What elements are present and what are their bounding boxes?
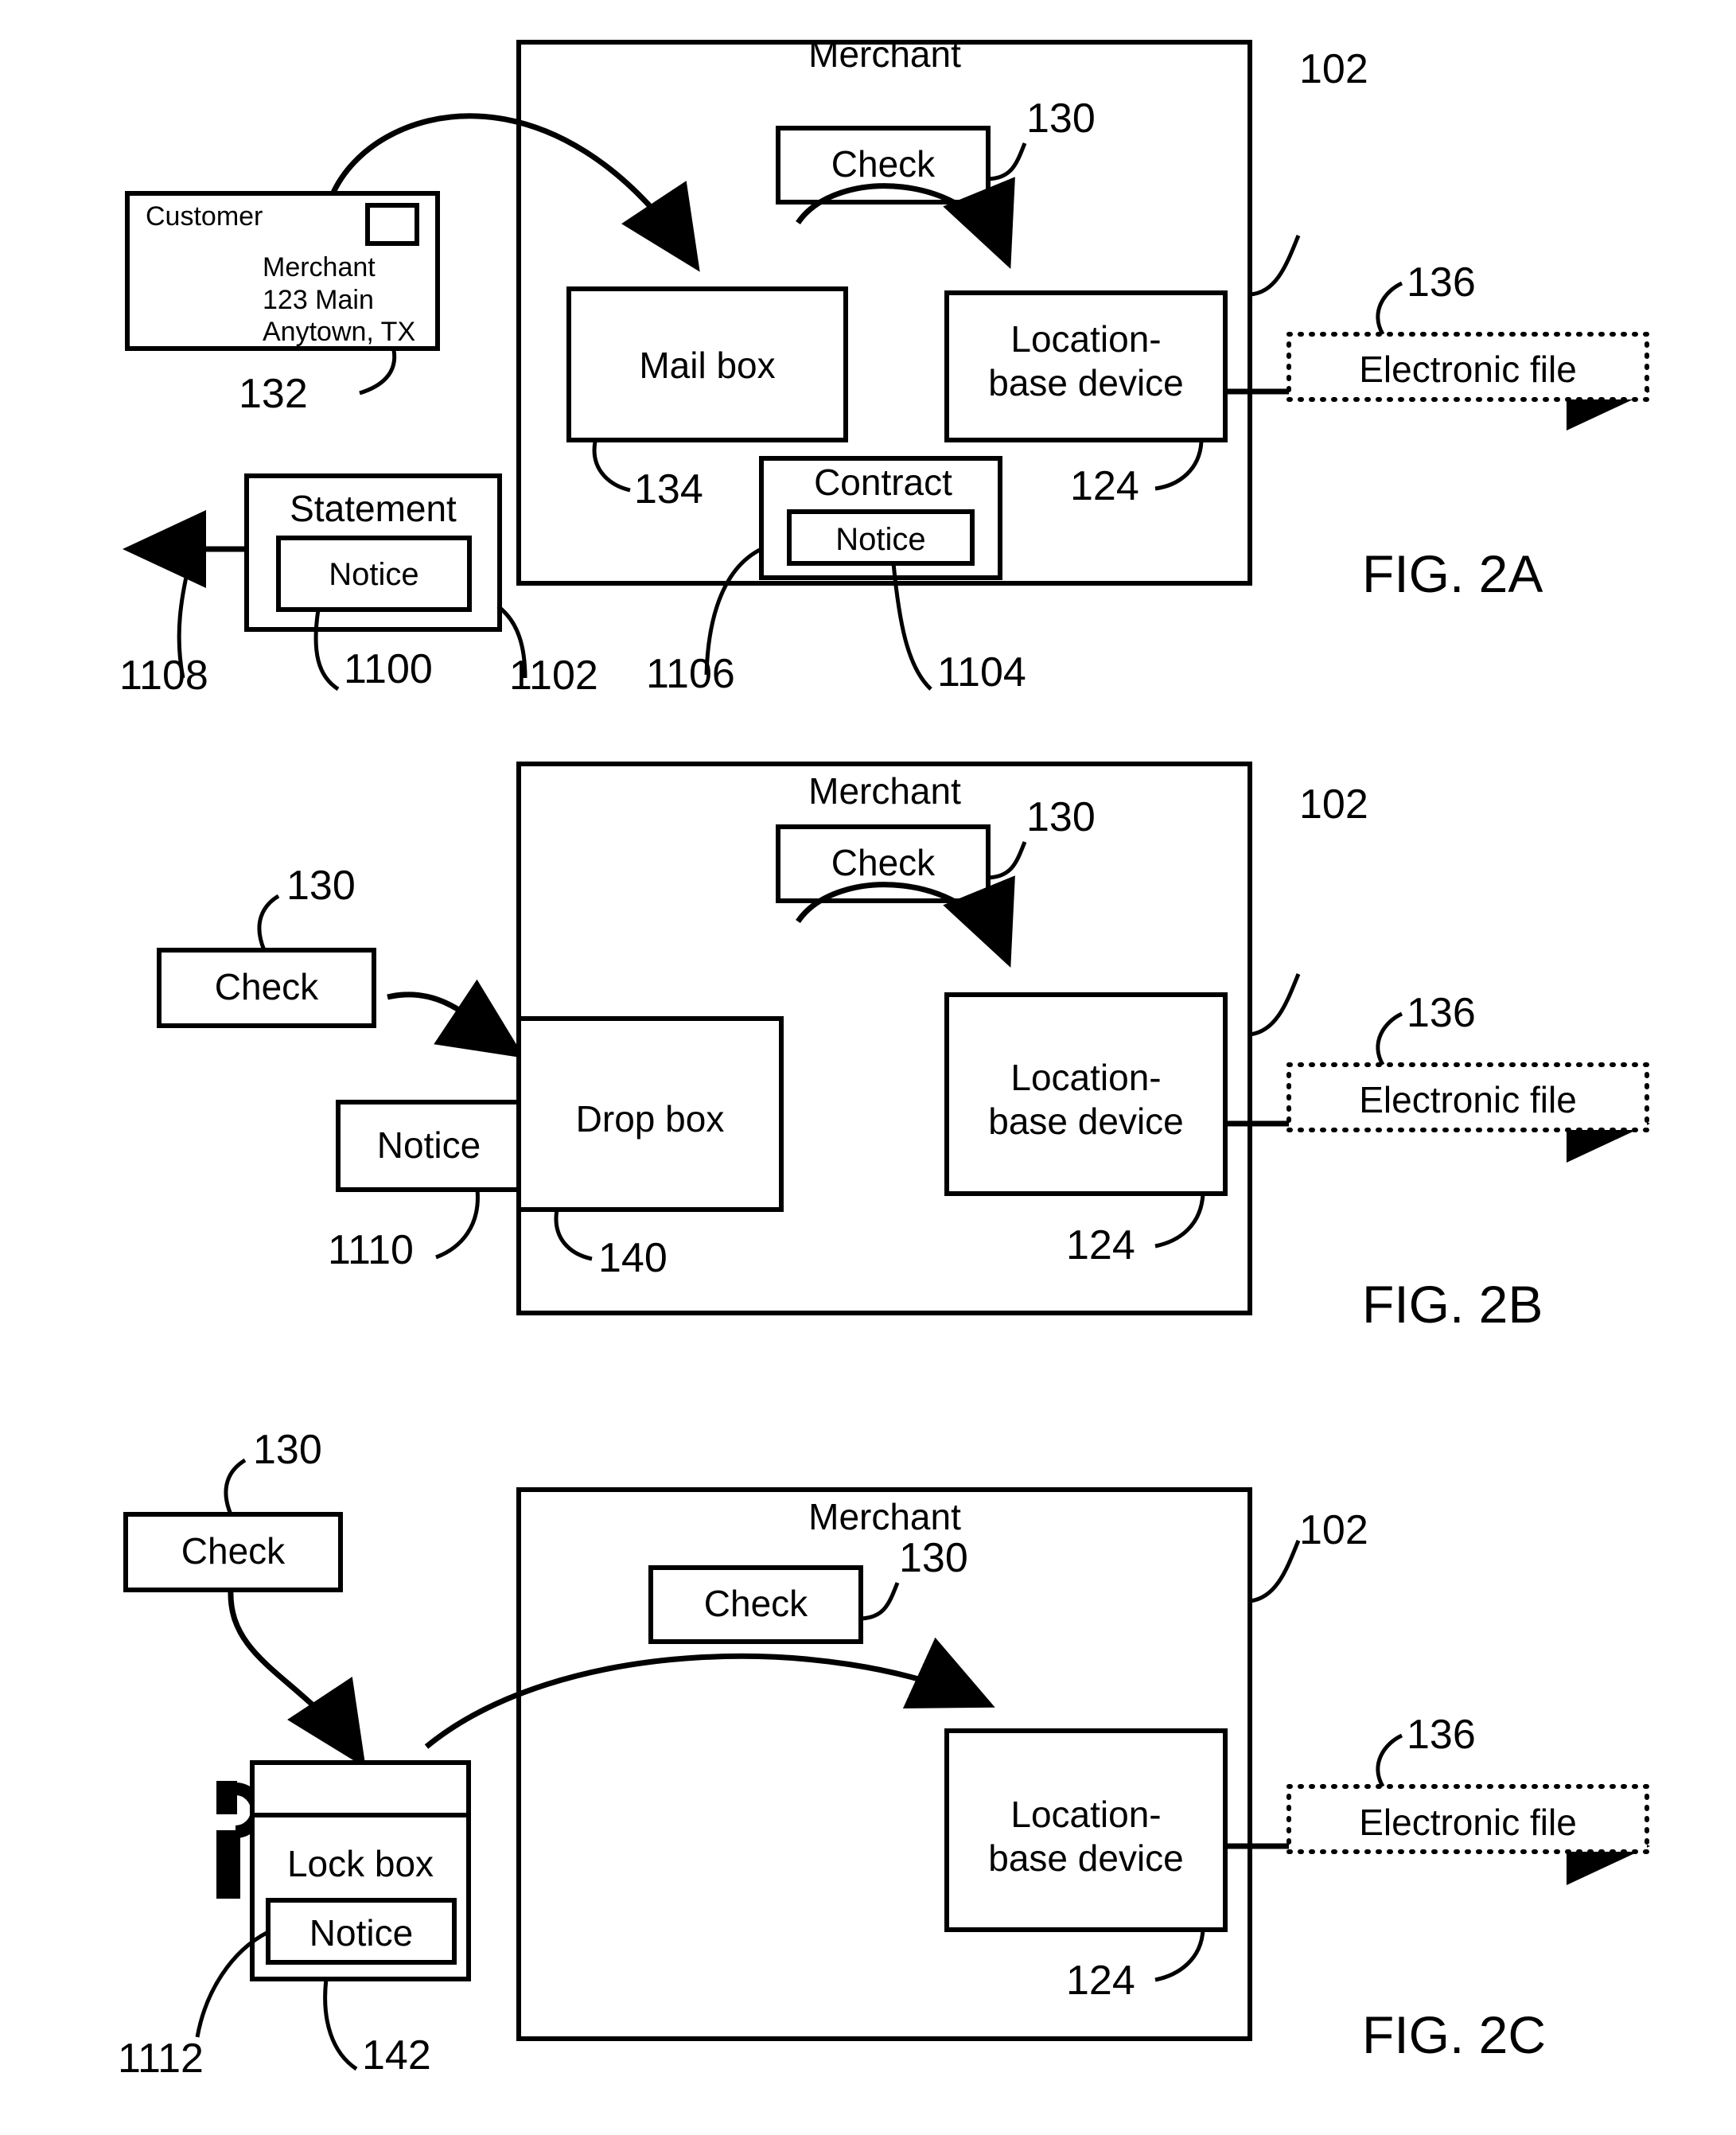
fig2c-lockbox-notice-label: Notice <box>309 1912 413 1954</box>
fig2b-location-device-line1: Location- <box>1010 1057 1161 1098</box>
fig2b-check-outside-label: Check <box>215 966 319 1007</box>
fig2a-contract-label: Contract <box>814 462 952 503</box>
fig2c-check-inside-label: Check <box>704 1583 808 1624</box>
fig2a-statement-out-ref: 1108 <box>119 653 208 699</box>
fig2a-envelope-addr-2: 123 Main <box>263 285 374 315</box>
fig2a-mailbox-ref: 134 <box>634 466 703 512</box>
fig2b-merchant-ref: 102 <box>1299 781 1368 828</box>
fig2b-electronic-file-label: Electronic file <box>1359 1079 1577 1120</box>
fig2c-arrow-check-to-lockbox <box>228 1591 366 1768</box>
fig2c-merchant-label: Merchant <box>808 1496 961 1537</box>
fig2b-location-device-ref: 124 <box>1066 1222 1135 1268</box>
fig2a-location-device-line2: base device <box>988 362 1184 403</box>
fig2c-lockbox-label: Lock box <box>287 1843 434 1884</box>
fig2c-location-device-ref: 124 <box>1066 1958 1135 2004</box>
fig2a-contract-notice-ref: 1104 <box>937 649 1026 695</box>
fig2b-dropbox-ref: 140 <box>598 1235 668 1281</box>
fig2c-electronic-file-label: Electronic file <box>1359 1802 1577 1843</box>
fig2a-envelope-from: Customer <box>146 201 263 232</box>
figure-2c: Merchant 102 Check 130 Check 130 Lock bo… <box>118 1427 1650 2082</box>
fig2a-envelope-addr-1: Merchant <box>263 252 376 282</box>
fig2a-contract-ref: 1106 <box>646 651 735 697</box>
fig2a-statement-notice-label: Notice <box>329 557 418 592</box>
fig2a-check-ref: 130 <box>1026 95 1096 142</box>
figures-canvas: Merchant 102 Customer Merchant 123 Main … <box>118 33 1650 2082</box>
fig2c-check-inside-ref: 130 <box>899 1535 968 1581</box>
fig2a-electronic-file-ref: 136 <box>1407 259 1476 306</box>
fig2a-merchant-ref: 102 <box>1299 46 1368 92</box>
fig2a-statement-ref: 1102 <box>509 653 598 699</box>
fig2a-statement-label: Statement <box>290 488 457 529</box>
figure-2b: Merchant 102 Check 130 Check 130 Notice … <box>157 762 1650 1334</box>
fig2c-check-outside-label: Check <box>181 1530 286 1572</box>
fig2c-check-outside-ref: 130 <box>253 1427 322 1473</box>
fig2b-dropbox-label: Drop box <box>576 1098 725 1140</box>
fig2b-caption: FIG. 2B <box>1362 1275 1543 1334</box>
fig2c-merchant-ref: 102 <box>1299 1507 1368 1553</box>
fig2a-check-label: Check <box>831 143 936 185</box>
fig2c-lockbox-notice-ref: 142 <box>362 2032 431 2079</box>
fig2a-statement-notice-ref: 1100 <box>344 646 433 692</box>
fig2c-lockbox-ref: 1112 <box>118 2036 204 2082</box>
fig2c-arrow-check-to-device <box>424 1637 995 1749</box>
fig2b-notice-ref: 1110 <box>328 1227 414 1273</box>
fig2c-electronic-file-ref: 136 <box>1407 1712 1476 1758</box>
figure-2a: Merchant 102 Customer Merchant 123 Main … <box>119 33 1650 699</box>
fig2a-location-device-line1: Location- <box>1010 318 1161 360</box>
fig2a-envelope-addr-3: Anytown, TX <box>263 317 415 347</box>
fig2b-notice-label: Notice <box>377 1124 481 1166</box>
fig2a-envelope-stamp <box>365 203 419 246</box>
fig2a-caption: FIG. 2A <box>1362 544 1543 603</box>
fig2a-merchant-label: Merchant <box>808 33 961 75</box>
fig2a-electronic-file-label: Electronic file <box>1359 349 1577 390</box>
fig2a-location-device-ref: 124 <box>1070 463 1139 509</box>
fig2c-location-device-line2: base device <box>988 1837 1184 1879</box>
fig2b-arrow-check-to-dropbox <box>387 979 525 1058</box>
fig2a-mailbox-label: Mail box <box>639 345 775 386</box>
patent-drawing-sheet: Merchant 102 Customer Merchant 123 Main … <box>0 0 1736 2135</box>
fig2b-check-outside-ref: 130 <box>286 863 356 909</box>
fig2b-check-inside-label: Check <box>831 842 936 883</box>
fig2c-caption: FIG. 2C <box>1362 2005 1546 2064</box>
fig2a-envelope-ref: 132 <box>239 371 308 417</box>
fig2b-merchant-label: Merchant <box>808 770 961 812</box>
fig2b-check-inside-ref: 130 <box>1026 794 1096 840</box>
fig2a-contract-notice-label: Notice <box>835 522 925 557</box>
fig2c-location-device-line1: Location- <box>1010 1794 1161 1835</box>
fig2b-location-device-line2: base device <box>988 1101 1184 1142</box>
fig2b-electronic-file-ref: 136 <box>1407 990 1476 1036</box>
